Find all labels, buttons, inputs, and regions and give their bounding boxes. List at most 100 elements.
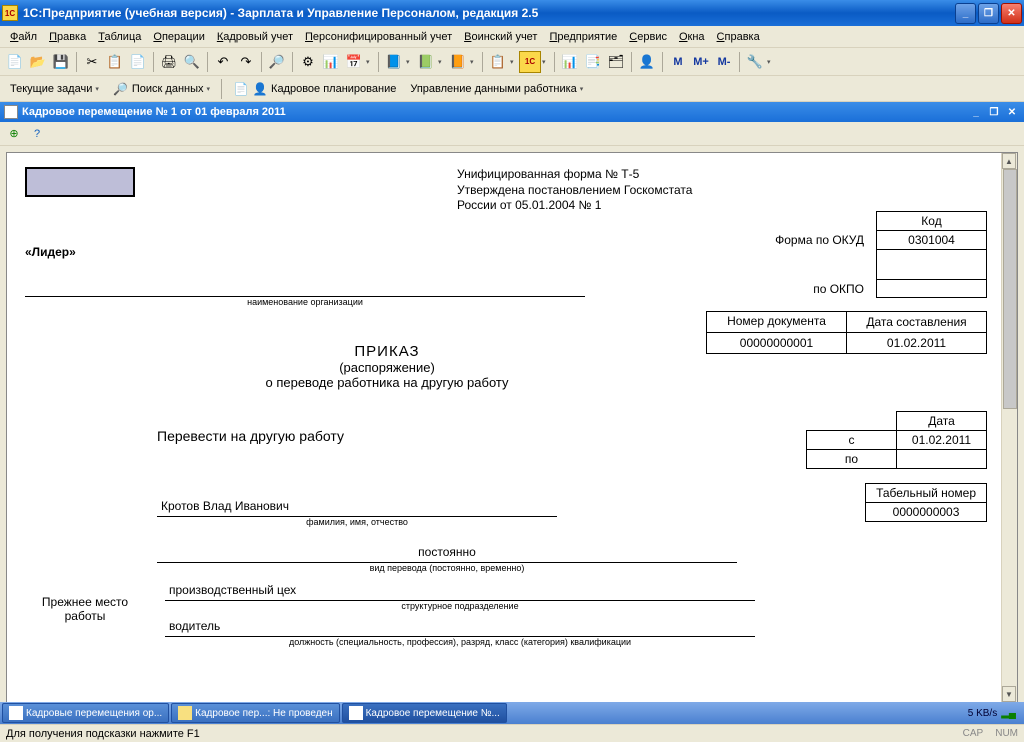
task-item-1[interactable]: Кадровые перемещения ор... (2, 703, 169, 723)
to-value (897, 450, 987, 469)
save-button[interactable]: 💾 (50, 51, 72, 73)
okud-label: Форма по ОКУД (767, 231, 876, 250)
document-icon (349, 706, 363, 720)
find-button[interactable]: 🔎 (266, 51, 288, 73)
doc-minimize-button[interactable]: _ (968, 105, 984, 119)
undo-button[interactable]: ↶ (212, 51, 234, 73)
task-item-2[interactable]: Кадровое пер...: Не проведен (171, 703, 339, 723)
tool2-button[interactable]: 📊 (320, 51, 342, 73)
from-label: с (807, 431, 897, 450)
doc-close-button[interactable]: ✕ (1004, 105, 1020, 119)
new-button[interactable]: 📄 (4, 51, 26, 73)
document-page: Унифицированная форма № Т-5 Утверждена п… (6, 152, 1018, 703)
close-button[interactable]: ✕ (1001, 3, 1022, 24)
date-header: Дата (897, 412, 987, 431)
tool4-button[interactable]: 📘 (383, 51, 405, 73)
blank-cell (877, 250, 987, 280)
scroll-down-button[interactable]: ▼ (1002, 686, 1016, 702)
cut-button[interactable]: ✂ (81, 51, 103, 73)
mplus-button[interactable]: M+ (690, 51, 712, 73)
dropdown-icon[interactable]: ▾ (470, 58, 478, 66)
menu-military[interactable]: Воинский учет (458, 29, 543, 45)
status-hint: Для получения подсказки нажмите F1 (6, 728, 200, 740)
tool3-button[interactable]: 📅 (343, 51, 365, 73)
menu-edit[interactable]: Правка (43, 29, 92, 45)
menu-help[interactable]: Справка (711, 29, 766, 45)
menu-windows[interactable]: Окна (673, 29, 711, 45)
tool7-button[interactable]: 📋 (487, 51, 509, 73)
dropdown-icon[interactable]: ▾ (438, 58, 446, 66)
document-icon (178, 706, 192, 720)
prev-work-block: Прежнее место работы производственный це… (25, 583, 755, 649)
prev-work-label: Прежнее место работы (25, 583, 145, 649)
maximize-button[interactable]: ❐ (978, 3, 999, 24)
search-data-button[interactable]: 🔎 Поиск данных ▾ (107, 79, 216, 99)
tools-button[interactable]: 🔧 (744, 51, 766, 73)
dropdown-icon[interactable]: ▾ (366, 58, 374, 66)
document-area: Унифицированная форма № Т-5 Утверждена п… (0, 146, 1024, 709)
menu-file[interactable]: Файл (4, 29, 43, 45)
m-button[interactable]: M (667, 51, 689, 73)
chevron-down-icon: ▾ (580, 85, 584, 93)
tool6-button[interactable]: 📙 (447, 51, 469, 73)
menu-hr[interactable]: Кадровый учет (211, 29, 299, 45)
scroll-thumb[interactable] (1003, 169, 1017, 409)
open-button[interactable]: 📂 (27, 51, 49, 73)
doc-restore-button[interactable]: ❐ (986, 105, 1002, 119)
preview-button[interactable]: 🔍 (181, 51, 203, 73)
tabnum-value: 0000000003 (866, 503, 987, 522)
menu-enterprise[interactable]: Предприятие (543, 29, 623, 45)
from-value: 01.02.2011 (897, 431, 987, 450)
dropdown-icon[interactable]: ▾ (542, 58, 550, 66)
tool1-button[interactable]: ⚙ (297, 51, 319, 73)
planning-label: Кадровое планирование (271, 83, 396, 95)
num-indicator: NUM (995, 728, 1018, 739)
tool8-button[interactable]: 1C (519, 51, 541, 73)
copy-button[interactable]: 📋 (104, 51, 126, 73)
window-title: 1С:Предприятие (учебная версия) - Зарпла… (23, 6, 955, 20)
separator (739, 52, 740, 72)
dropdown-icon[interactable]: ▾ (406, 58, 414, 66)
redo-button[interactable]: ↷ (235, 51, 257, 73)
print-button[interactable]: 🖨 (158, 51, 180, 73)
separator (554, 52, 555, 72)
tool5-button[interactable]: 📗 (415, 51, 437, 73)
current-tasks-button[interactable]: Текущие задачи ▾ (4, 81, 105, 97)
dropdown-icon[interactable]: ▾ (510, 58, 518, 66)
menu-operations[interactable]: Операции (147, 29, 210, 45)
minimize-button[interactable]: _ (955, 3, 976, 24)
tool9-button[interactable]: 📊 (559, 51, 581, 73)
scroll-up-button[interactable]: ▲ (1002, 153, 1016, 169)
user-button[interactable]: 👤 (636, 51, 658, 73)
form-info-line2: Утверждена постановлением Госкомстата (457, 183, 692, 199)
raspor-label: (распоряжение) (207, 360, 567, 375)
organization-block: «Лидер» наименование организации (25, 245, 585, 307)
task-item-3[interactable]: Кадровое перемещение №... (342, 703, 507, 723)
chevron-down-icon: ▾ (207, 85, 211, 93)
network-icon: ▂▄ (1001, 708, 1016, 719)
hr-planning-button[interactable]: 📄 👤 Кадровое планирование (227, 79, 402, 99)
about-label: о переводе работника на другую работу (207, 375, 567, 390)
document-title: Кадровое перемещение № 1 от 01 февраля 2… (22, 106, 966, 118)
paste-button[interactable]: 📄 (127, 51, 149, 73)
document-icon (9, 706, 23, 720)
logo-placeholder (25, 167, 135, 197)
vertical-scrollbar[interactable]: ▲ ▼ (1001, 153, 1017, 702)
doc-help-button[interactable]: ? (27, 124, 47, 144)
org-name: «Лидер» (25, 245, 585, 259)
docnum-table: Номер документа Дата составления 0000000… (706, 311, 987, 354)
menu-service[interactable]: Сервис (623, 29, 673, 45)
docdate-header: Дата составления (847, 312, 987, 333)
separator (153, 52, 154, 72)
dropdown-icon[interactable]: ▾ (767, 58, 775, 66)
menu-pers[interactable]: Персонифицированный учет (299, 29, 458, 45)
mminus-button[interactable]: M- (713, 51, 735, 73)
separator (631, 52, 632, 72)
transfer-type-block: постоянно вид перевода (постоянно, време… (157, 545, 737, 573)
menu-table[interactable]: Таблица (92, 29, 147, 45)
worker-data-button[interactable]: Управление данными работника ▾ (404, 81, 589, 97)
separator (207, 52, 208, 72)
doc-action1-button[interactable]: ⊕ (4, 124, 24, 144)
tool11-button[interactable]: 🗂 (605, 51, 627, 73)
tool10-button[interactable]: 📑 (582, 51, 604, 73)
